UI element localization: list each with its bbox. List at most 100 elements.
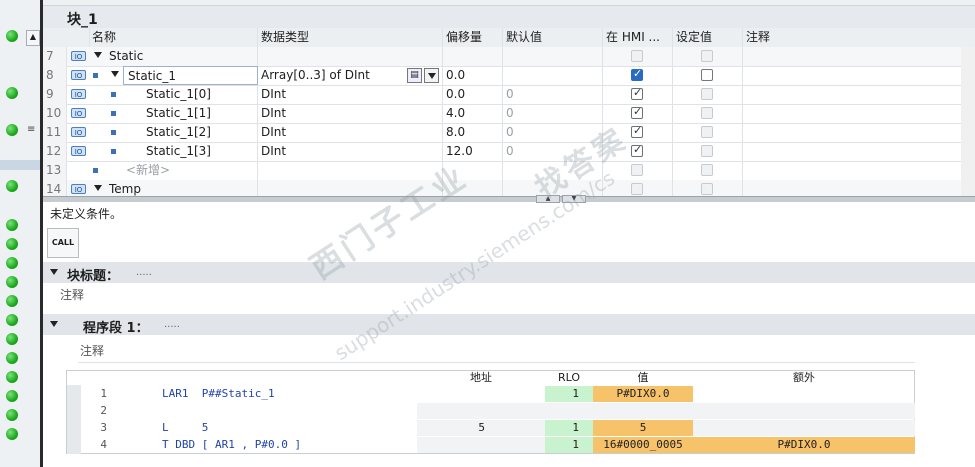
status-ok-icon bbox=[6, 257, 18, 269]
row-default[interactable] bbox=[503, 66, 603, 85]
table-row[interactable]: 11 IO Static_1[2] DInt 8.0 0 bbox=[43, 123, 975, 143]
stl-line[interactable]: 1 LAR1 P##Static_1 1 P#DIX0.0 bbox=[67, 386, 916, 402]
hmi-checkbox[interactable] bbox=[631, 143, 643, 157]
status-ok-icon bbox=[6, 371, 18, 383]
row-name-edit[interactable]: Static_1 bbox=[123, 66, 258, 85]
hmi-checkbox[interactable] bbox=[631, 50, 643, 62]
splitter-down-icon[interactable]: ▼ bbox=[562, 195, 586, 203]
row-default[interactable]: 0 bbox=[503, 142, 603, 161]
splitter-up-icon[interactable]: ▲ bbox=[536, 195, 560, 203]
stl-code[interactable]: T DBD [ AR1 , P#0.0 ] bbox=[162, 437, 301, 453]
row-default[interactable]: 0 bbox=[503, 85, 603, 104]
expand-triangle-icon[interactable] bbox=[111, 71, 119, 77]
hmi-checkbox[interactable] bbox=[631, 164, 643, 176]
setpoint-checkbox[interactable] bbox=[701, 107, 713, 119]
table-scrollbar[interactable] bbox=[961, 47, 975, 196]
hmi-checkbox[interactable] bbox=[631, 105, 643, 119]
call-button[interactable]: CALL bbox=[47, 228, 79, 258]
table-row[interactable]: 9 IO Static_1[0] DInt 0.0 0 bbox=[43, 85, 975, 105]
table-row[interactable]: 8 IO Static_1 Array[0..3] of DInt ▤ 0.0 bbox=[43, 66, 975, 86]
status-ok-icon bbox=[6, 390, 18, 402]
hmi-checkbox[interactable] bbox=[631, 183, 643, 195]
row-default[interactable] bbox=[503, 180, 603, 196]
row-name[interactable]: Temp bbox=[107, 180, 258, 196]
table-row[interactable]: 12 IO Static_1[3] DInt 12.0 0 bbox=[43, 142, 975, 162]
row-name[interactable]: Static_1[0] bbox=[143, 85, 258, 104]
row-default[interactable]: 0 bbox=[503, 104, 603, 123]
row-datatype[interactable] bbox=[258, 47, 443, 66]
tree-node-icon bbox=[111, 111, 116, 116]
setpoint-checkbox[interactable] bbox=[701, 50, 713, 62]
list-icon[interactable]: ▤ bbox=[407, 68, 422, 83]
header-datatype[interactable]: 数据类型 bbox=[258, 28, 443, 47]
stl-address bbox=[417, 403, 545, 419]
tree-node-icon bbox=[93, 168, 98, 173]
network-comment[interactable]: 注释 bbox=[80, 342, 104, 359]
row-datatype[interactable]: DInt bbox=[258, 85, 443, 104]
header-offset[interactable]: 偏移量 bbox=[443, 28, 503, 47]
row-name[interactable]: Static_1[3] bbox=[143, 142, 258, 161]
row-name[interactable]: Static_1[2] bbox=[143, 123, 258, 142]
row-datatype[interactable]: DInt bbox=[258, 104, 443, 123]
header-name[interactable]: 名称 bbox=[90, 28, 258, 47]
status-ok-icon bbox=[6, 30, 18, 42]
stl-value: 16#0000_0005 bbox=[593, 437, 693, 453]
stl-code[interactable]: L 5 bbox=[162, 420, 208, 436]
stl-line[interactable]: 3 L 5 5 1 5 bbox=[67, 420, 916, 436]
table-row[interactable]: 14 IO Temp bbox=[43, 180, 975, 196]
block-heading-value[interactable]: ..... bbox=[136, 267, 152, 278]
table-row[interactable]: 13 <新增> bbox=[43, 161, 975, 181]
row-name[interactable]: Static bbox=[107, 47, 258, 66]
add-new-row[interactable]: <新增> bbox=[123, 161, 258, 180]
setpoint-checkbox[interactable] bbox=[701, 69, 713, 81]
row-default[interactable]: 0 bbox=[503, 123, 603, 142]
stl-extra: P#DIX0.0 bbox=[693, 437, 915, 453]
row-name[interactable]: Static_1[1] bbox=[143, 104, 258, 123]
table-row[interactable]: 7 IO Static bbox=[43, 47, 975, 67]
setpoint-checkbox[interactable] bbox=[701, 126, 713, 138]
expand-triangle-icon[interactable] bbox=[94, 185, 102, 191]
row-offset: 0.0 bbox=[443, 66, 503, 85]
stl-header-rlo: RLO bbox=[557, 371, 581, 384]
row-number: 14 bbox=[43, 180, 67, 196]
stl-code[interactable]: LAR1 P##Static_1 bbox=[162, 386, 275, 402]
row-datatype[interactable]: DInt bbox=[258, 142, 443, 161]
stl-line[interactable]: 2 bbox=[67, 403, 916, 419]
pane-splitter[interactable]: ▲ ▼ bbox=[43, 195, 975, 203]
row-datatype[interactable]: DInt bbox=[258, 123, 443, 142]
stl-line[interactable]: 4 T DBD [ AR1 , P#0.0 ] 1 16#0000_0005 P… bbox=[67, 437, 916, 453]
header-default[interactable]: 默认值 bbox=[503, 28, 603, 47]
hmi-checkbox[interactable] bbox=[631, 124, 643, 138]
static-io-icon: IO bbox=[71, 108, 86, 118]
row-datatype[interactable] bbox=[258, 161, 443, 180]
block-heading-bar[interactable]: 块标题： ..... bbox=[43, 262, 975, 284]
block-comment[interactable]: 注释 bbox=[60, 286, 84, 303]
temp-io-icon: IO bbox=[71, 184, 86, 194]
setpoint-checkbox[interactable] bbox=[701, 145, 713, 157]
row-default[interactable] bbox=[503, 47, 603, 66]
status-ok-icon bbox=[6, 333, 18, 345]
collapse-icon[interactable] bbox=[50, 269, 58, 275]
row-datatype[interactable] bbox=[258, 180, 443, 196]
table-row[interactable]: 10 IO Static_1[1] DInt 4.0 0 bbox=[43, 104, 975, 124]
stl-extra bbox=[693, 420, 915, 436]
dropdown-button[interactable] bbox=[424, 68, 439, 83]
setpoint-checkbox[interactable] bbox=[701, 88, 713, 100]
menu-lines-icon[interactable]: ≡ bbox=[27, 124, 35, 135]
header-spacer bbox=[43, 28, 90, 47]
header-setpoint[interactable]: 设定值 bbox=[673, 28, 743, 47]
header-hmi[interactable]: 在 HMI ... bbox=[603, 28, 673, 47]
setpoint-checkbox[interactable] bbox=[701, 164, 713, 176]
row-offset: 12.0 bbox=[443, 142, 503, 161]
network-bar[interactable]: 程序段 1： ..... bbox=[43, 314, 975, 336]
setpoint-checkbox[interactable] bbox=[701, 183, 713, 195]
network-value[interactable]: ..... bbox=[164, 319, 180, 330]
hmi-checkbox[interactable] bbox=[631, 67, 643, 81]
collapse-icon[interactable] bbox=[50, 321, 58, 327]
expand-triangle-icon[interactable] bbox=[94, 52, 102, 58]
row-default[interactable] bbox=[503, 161, 603, 180]
hmi-checkbox[interactable] bbox=[631, 86, 643, 100]
header-comment[interactable]: 注释 bbox=[743, 28, 975, 47]
block-title-bar: 块_1 bbox=[43, 6, 975, 28]
collapse-up-icon[interactable]: ▲ bbox=[26, 30, 40, 46]
